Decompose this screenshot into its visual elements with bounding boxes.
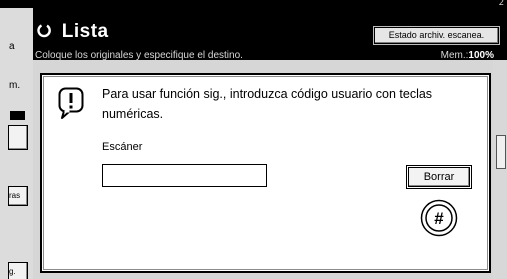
user-code-dialog: Para usar función sig., introduzca códig… [40,73,491,273]
left-background-panel: a m. ras g. [0,8,33,279]
page-title-text: Lista [61,21,109,42]
left-panel-text-m: m. [9,80,21,91]
page-title: Lista [37,21,109,43]
dialog-message: Para usar función sig., introduzca códig… [102,87,433,121]
hash-key-label: # [434,209,444,228]
hash-key-icon[interactable]: # [420,199,458,237]
info-exclamation-icon [58,87,84,119]
status-strip: 2 [0,0,507,8]
right-background-panel [493,60,507,279]
user-code-input[interactable] [102,164,267,187]
scanner-field-label: Escáner [102,141,143,153]
clear-button[interactable]: Borrar [406,165,472,189]
left-panel-button-tras[interactable]: ras [8,186,28,206]
left-panel-text-a: a [9,41,15,52]
scan-file-status-button[interactable]: Estado archiv. escanea. [373,26,500,45]
copier-screen: 2 a m. ras g. Lista Coloque los original… [0,0,507,279]
left-panel-button-g-label: g. [9,267,16,276]
left-panel-indicator [10,111,25,120]
left-panel-button-1[interactable] [8,125,28,150]
circle-icon [37,21,57,42]
corner-indicator: 2 [498,0,504,8]
left-panel-button-g[interactable]: g. [8,262,28,279]
right-scroll-tab[interactable] [496,135,506,169]
header: Lista Coloque los originales y especifiq… [33,8,507,61]
left-panel-button-tras-label: ras [9,191,21,200]
